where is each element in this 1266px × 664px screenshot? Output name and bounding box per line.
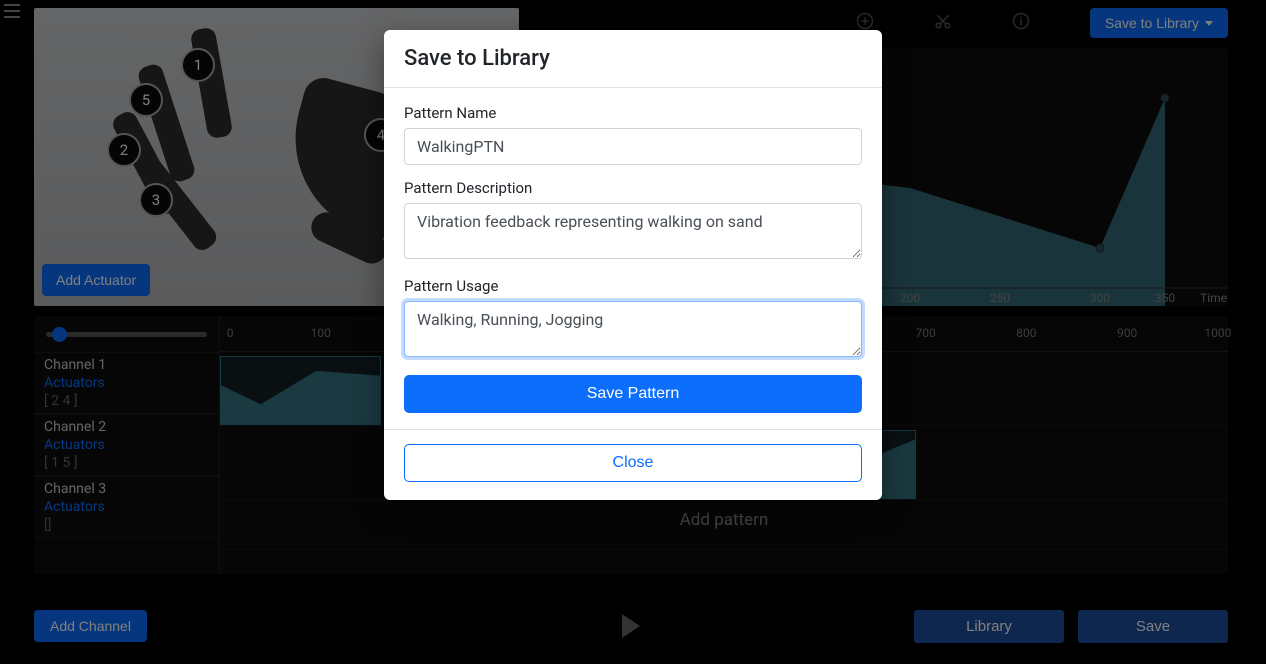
pattern-description-label: Pattern Description [404,179,862,197]
modal-footer: Close [384,429,882,500]
save-to-library-modal: Save to Library Pattern Name Pattern Des… [384,30,882,500]
app-root: Save to Library 1 5 2 3 4 Add Actuator 2… [0,0,1266,664]
pattern-usage-label: Pattern Usage [404,277,862,295]
save-pattern-button[interactable]: Save Pattern [404,375,862,413]
modal-body: Pattern Name Pattern Description Pattern… [384,88,882,429]
pattern-usage-input[interactable] [404,301,862,357]
modal-header: Save to Library [384,30,882,88]
pattern-name-label: Pattern Name [404,104,862,122]
modal-title: Save to Library [404,46,862,71]
pattern-name-input[interactable] [404,128,862,165]
pattern-description-input[interactable] [404,203,862,259]
close-button[interactable]: Close [404,444,862,482]
